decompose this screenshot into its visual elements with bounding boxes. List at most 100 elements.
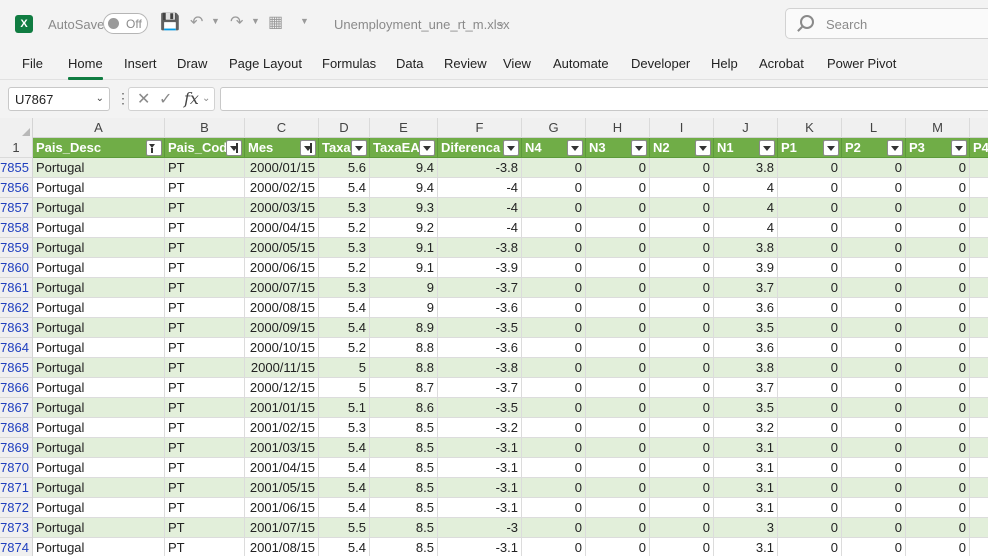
cell-m[interactable]: 0 xyxy=(906,518,970,538)
form-icon[interactable]: ▦ xyxy=(268,13,283,33)
cell-d[interactable]: 5.4 xyxy=(319,178,370,198)
cell-h[interactable]: 0 xyxy=(586,498,650,518)
cell-b[interactable]: PT xyxy=(165,478,245,498)
cell-k[interactable]: 0 xyxy=(778,518,842,538)
cell-k[interactable]: 0 xyxy=(778,298,842,318)
cell-h[interactable]: 0 xyxy=(586,398,650,418)
cell-a[interactable]: Portugal xyxy=(33,178,165,198)
redo-dropdown-icon[interactable]: ▼ xyxy=(251,16,260,26)
cell-k[interactable]: 0 xyxy=(778,178,842,198)
cell-l[interactable]: 0 xyxy=(842,458,906,478)
cell-f[interactable]: -3.8 xyxy=(438,358,522,378)
cell-k[interactable]: 0 xyxy=(778,458,842,478)
column-header-h[interactable]: H xyxy=(586,118,650,138)
column-header-j[interactable]: J xyxy=(714,118,778,138)
row-number[interactable]: 7864 xyxy=(0,338,33,358)
tab-review[interactable]: Review xyxy=(444,56,487,71)
cell-l[interactable]: 0 xyxy=(842,318,906,338)
cell-j[interactable]: 3.6 xyxy=(714,298,778,318)
row-number[interactable]: 7859 xyxy=(0,238,33,258)
cell-k[interactable]: 0 xyxy=(778,378,842,398)
cell-b[interactable]: PT xyxy=(165,518,245,538)
cell-b[interactable]: PT xyxy=(165,198,245,218)
cell-d[interactable]: 5.6 xyxy=(319,158,370,178)
cell-m[interactable]: 0 xyxy=(906,278,970,298)
column-header-d[interactable]: D xyxy=(319,118,370,138)
cell-b[interactable]: PT xyxy=(165,358,245,378)
column-header-a[interactable]: A xyxy=(33,118,165,138)
cell-j[interactable]: 3.8 xyxy=(714,358,778,378)
cell-e[interactable]: 9 xyxy=(370,278,438,298)
row-number[interactable]: 7874 xyxy=(0,538,33,556)
cell-l[interactable]: 0 xyxy=(842,278,906,298)
cell-l[interactable]: 0 xyxy=(842,498,906,518)
cell-a[interactable]: Portugal xyxy=(33,198,165,218)
header-cell-pais-desc[interactable]: Pais_Desc xyxy=(33,138,165,158)
tab-draw[interactable]: Draw xyxy=(177,56,207,71)
cell-f[interactable]: -3.2 xyxy=(438,418,522,438)
cell-m[interactable]: 0 xyxy=(906,338,970,358)
cell-n[interactable] xyxy=(970,538,988,556)
cell-j[interactable]: 3.1 xyxy=(714,458,778,478)
cell-m[interactable]: 0 xyxy=(906,298,970,318)
cell-a[interactable]: Portugal xyxy=(33,518,165,538)
cell-c[interactable]: 2001/02/15 xyxy=(245,418,319,438)
cell-e[interactable]: 8.5 xyxy=(370,458,438,478)
cell-c[interactable]: 2000/07/15 xyxy=(245,278,319,298)
cell-n[interactable] xyxy=(970,238,988,258)
header-cell-p1[interactable]: P1 xyxy=(778,138,842,158)
cell-c[interactable]: 2001/01/15 xyxy=(245,398,319,418)
cell-e[interactable]: 8.8 xyxy=(370,338,438,358)
tab-help[interactable]: Help xyxy=(711,56,738,71)
cell-b[interactable]: PT xyxy=(165,338,245,358)
cell-f[interactable]: -3.7 xyxy=(438,278,522,298)
cell-f[interactable]: -3.1 xyxy=(438,498,522,518)
header-cell-mes[interactable]: Mes xyxy=(245,138,319,158)
cell-l[interactable]: 0 xyxy=(842,478,906,498)
cell-b[interactable]: PT xyxy=(165,438,245,458)
cell-j[interactable]: 3.8 xyxy=(714,158,778,178)
row-number[interactable]: 7857 xyxy=(0,198,33,218)
cell-j[interactable]: 3.1 xyxy=(714,478,778,498)
cell-e[interactable]: 9.1 xyxy=(370,258,438,278)
cell-d[interactable]: 5.4 xyxy=(319,438,370,458)
cell-i[interactable]: 0 xyxy=(650,178,714,198)
cell-d[interactable]: 5.2 xyxy=(319,258,370,278)
cell-b[interactable]: PT xyxy=(165,158,245,178)
cell-l[interactable]: 0 xyxy=(842,178,906,198)
chevron-down-icon[interactable]: ⌄ xyxy=(96,93,104,104)
cell-i[interactable]: 0 xyxy=(650,298,714,318)
cell-e[interactable]: 8.7 xyxy=(370,378,438,398)
cell-g[interactable]: 0 xyxy=(522,358,586,378)
cell-a[interactable]: Portugal xyxy=(33,318,165,338)
cell-h[interactable]: 0 xyxy=(586,258,650,278)
cell-e[interactable]: 9.1 xyxy=(370,238,438,258)
cell-j[interactable]: 3.5 xyxy=(714,318,778,338)
cell-a[interactable]: Portugal xyxy=(33,538,165,556)
cell-l[interactable]: 0 xyxy=(842,418,906,438)
cell-a[interactable]: Portugal xyxy=(33,378,165,398)
tab-view[interactable]: View xyxy=(503,56,531,71)
cell-a[interactable]: Portugal xyxy=(33,278,165,298)
cell-a[interactable]: Portugal xyxy=(33,158,165,178)
cell-m[interactable]: 0 xyxy=(906,218,970,238)
sort-filter-icon[interactable] xyxy=(300,140,316,156)
cell-c[interactable]: 2000/11/15 xyxy=(245,358,319,378)
cell-h[interactable]: 0 xyxy=(586,198,650,218)
cell-h[interactable]: 0 xyxy=(586,478,650,498)
cell-n[interactable] xyxy=(970,498,988,518)
header-cell-taxaea[interactable]: TaxaEA xyxy=(370,138,438,158)
cell-a[interactable]: Portugal xyxy=(33,338,165,358)
sort-filter-icon[interactable] xyxy=(226,140,242,156)
cell-g[interactable]: 0 xyxy=(522,378,586,398)
cell-k[interactable]: 0 xyxy=(778,438,842,458)
cell-b[interactable]: PT xyxy=(165,238,245,258)
cell-f[interactable]: -3.6 xyxy=(438,338,522,358)
cell-g[interactable]: 0 xyxy=(522,538,586,556)
cell-j[interactable]: 3.2 xyxy=(714,418,778,438)
cell-b[interactable]: PT xyxy=(165,258,245,278)
search-box[interactable]: Search xyxy=(785,8,988,39)
cell-l[interactable]: 0 xyxy=(842,378,906,398)
cell-c[interactable]: 2000/08/15 xyxy=(245,298,319,318)
cell-e[interactable]: 8.5 xyxy=(370,498,438,518)
